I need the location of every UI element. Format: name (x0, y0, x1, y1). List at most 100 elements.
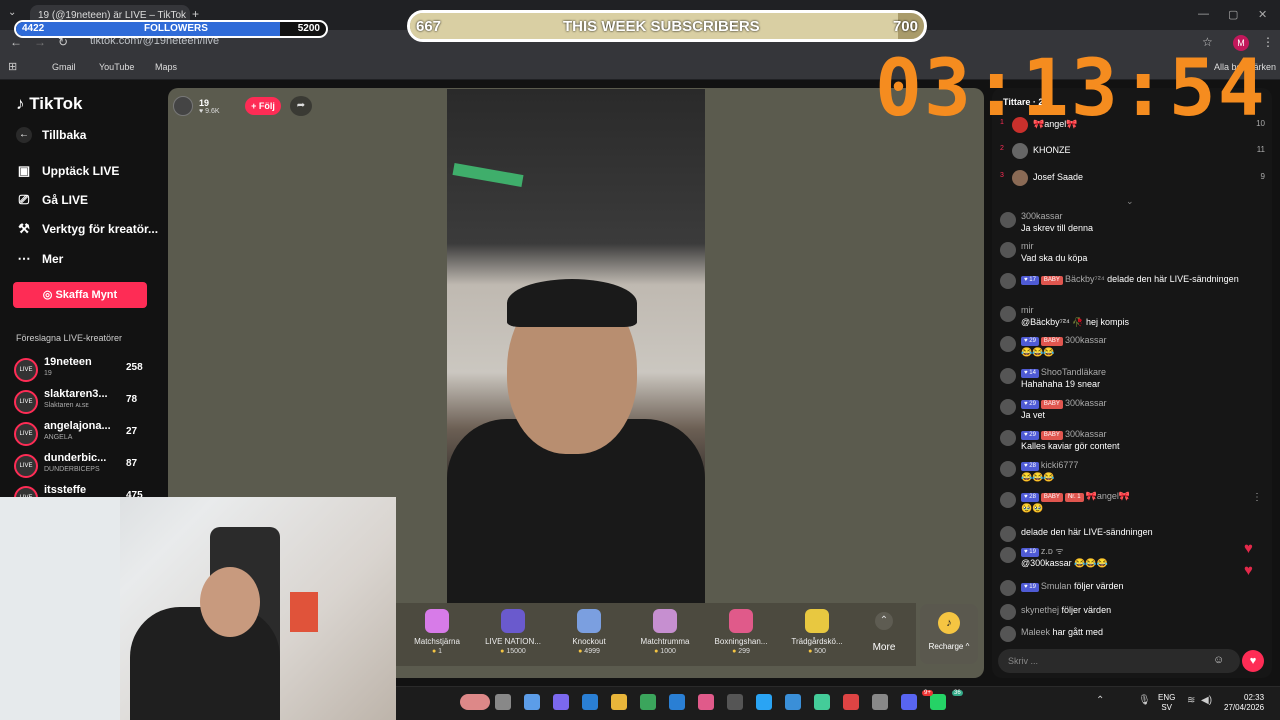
followers-goal: 5200 (297, 23, 320, 34)
chat-user: ᴢ.ᴅ ᯤ (1040, 546, 1064, 556)
bookmark-maps[interactable]: Maps (155, 62, 177, 72)
top-viewer-row[interactable]: 3 Josef Saade 9 (1000, 168, 1265, 188)
search-icon[interactable] (495, 694, 511, 710)
chat-message[interactable]: ♥ 19 ᴢ.ᴅ ᯤ @300kassar 😂😂😂 (1000, 545, 1260, 571)
nav-creator-tools[interactable]: ⚒ Verktyg för kreatör... (16, 221, 158, 237)
chat-message[interactable]: ♥ 19 Smulan följer värden (1000, 578, 1260, 604)
live-video[interactable] (447, 89, 705, 604)
rank-badge: Nr. 1 (1064, 493, 1084, 502)
discord-icon[interactable] (901, 694, 917, 710)
creator-avatar: LIVE (14, 358, 38, 382)
settings-icon[interactable] (785, 694, 801, 710)
bookmark-youtube[interactable]: YouTube (99, 62, 134, 72)
chat-message[interactable]: mir Vad ska du köpa (1000, 240, 1260, 266)
chrome-icon[interactable] (814, 694, 830, 710)
chat-message[interactable]: ♥ 14 ShooTandläkare Hahahaha 19 snear (1000, 366, 1260, 392)
share-icon[interactable]: ➦ (290, 96, 312, 116)
app-icon[interactable] (460, 694, 490, 710)
nav-go-live[interactable]: ⎚ Gå LIVE (16, 192, 88, 208)
language-indicator[interactable]: ENG SV (1158, 693, 1175, 713)
record-icon[interactable] (843, 694, 859, 710)
suggested-creator[interactable]: LIVE angelajona... ANGELA 27 (14, 420, 154, 448)
wifi-icon[interactable]: ≋ (1187, 695, 1195, 706)
creator-viewers: 27 (126, 426, 138, 437)
recharge-button[interactable]: ♪ Recharge ^ (920, 604, 978, 664)
level-value: 14 (1029, 370, 1036, 376)
chat-message[interactable]: ♥ 29 BABY 300kassar 😂😂😂 (1000, 334, 1260, 360)
gift-item[interactable]: Matchstjärna 1 (401, 609, 473, 655)
creator-subtitle: Slaktaren ᴀʟsᴇ (44, 402, 89, 409)
m365-icon[interactable] (698, 694, 714, 710)
followers-label: FOLLOWERS (144, 23, 208, 34)
gift-item[interactable]: Knockout 4999 (553, 609, 625, 655)
chat-message[interactable]: ♥ 28 kicki6777 😂😂😂 (1000, 459, 1260, 485)
back-link[interactable]: ← Tillbaka (16, 127, 86, 143)
nav-more[interactable]: ⋯ Mer (16, 251, 64, 267)
chat-message[interactable]: Maleek har gått med (1000, 624, 1260, 650)
suggested-creator[interactable]: LIVE dunderbic... DUNDERBICEPS 87 (14, 452, 154, 480)
new-tab-button[interactable]: + (192, 7, 199, 21)
host-info[interactable]: 19 ♥ 9.6K (173, 94, 220, 118)
mail-icon[interactable] (669, 694, 685, 710)
edge-icon[interactable] (582, 694, 598, 710)
get-coins-button[interactable]: ◎ Skaffa Mynt (13, 282, 147, 308)
mic-icon[interactable]: 🎙 (1138, 695, 1151, 706)
get-coins-label: Skaffa Mynt (55, 289, 118, 301)
gift-icon (653, 609, 677, 633)
tab-list-button[interactable]: ⌄ (8, 7, 16, 18)
fan-badge: BABY (1040, 400, 1063, 409)
live-icon: ▣ (17, 163, 31, 178)
chat-avatar (1000, 547, 1016, 563)
apps-grid-icon[interactable]: ⊞ (8, 60, 17, 73)
tray-chevron-icon[interactable]: ⌃ (1096, 695, 1104, 706)
chat-text: Ja skrev till denna (1021, 223, 1094, 233)
suggested-creator[interactable]: LIVE slaktaren3... Slaktaren ᴀʟsᴇ 78 (14, 388, 154, 416)
chat-message[interactable]: ♥ 17 BABY Bäckby⁷²⁴ delade den här LIVE-sä… (1000, 271, 1260, 297)
chat-message[interactable]: ♥ 29 BABY 300kassar Ja vet (1000, 397, 1260, 423)
maximize-button[interactable]: ▢ (1228, 8, 1238, 21)
follow-button[interactable]: + Följ (245, 97, 281, 115)
chat-avatar (1000, 336, 1016, 352)
emoji-icon[interactable]: ☺ (1213, 654, 1224, 666)
whatsapp-icon[interactable] (930, 694, 946, 710)
clock[interactable]: 02:33 27/04/2026 (1224, 693, 1264, 713)
subs-current: 667 (416, 18, 442, 35)
top-viewer-row[interactable]: 2 KHONZE 11 (1000, 141, 1265, 161)
photos-icon[interactable] (756, 694, 772, 710)
gift-item[interactable]: Matchtrumma 1000 (629, 609, 701, 655)
chat-input[interactable]: Skriv ... (998, 649, 1240, 673)
message-more-icon[interactable]: ⋮ (1252, 492, 1262, 503)
chat-message[interactable]: mir @Bäckby⁷²⁴ 🥀 hej kompis (1000, 304, 1260, 330)
store-icon[interactable] (640, 694, 656, 710)
expand-viewers-icon[interactable]: ⌄ (1126, 196, 1134, 207)
suggested-creator[interactable]: LIVE 19neteen 19 258 (14, 356, 154, 384)
tiktok-logo[interactable]: ♪ TikTok (16, 94, 82, 114)
chat-text: delade den här LIVE-sändningen (1021, 527, 1153, 537)
copilot-icon[interactable] (524, 694, 540, 710)
volume-icon[interactable]: ◀) (1201, 695, 1212, 706)
chat-message[interactable]: 300kassar Ja skrev till denna (1000, 210, 1260, 236)
stream-timer: 03:13:54 (875, 44, 1267, 134)
gift-name: Boxningshan... (714, 637, 768, 646)
minimize-button[interactable]: — (1198, 8, 1209, 20)
more-gifts-button[interactable]: ⌃ More (866, 612, 902, 653)
gift-item[interactable]: Trädgårdskö... 500 (781, 609, 853, 655)
close-window-button[interactable]: ✕ (1258, 8, 1267, 21)
chat-user: kicki6777 (1040, 460, 1079, 470)
like-heart-button[interactable]: ♥ (1242, 650, 1264, 672)
fan-badge: BABY (1040, 493, 1063, 502)
dev-icon[interactable] (727, 694, 743, 710)
explorer-icon[interactable] (611, 694, 627, 710)
gift-item[interactable]: LIVE NATION... 15000 (477, 609, 549, 655)
github-icon[interactable] (872, 694, 888, 710)
nav-discover-live[interactable]: ▣ Upptäck LIVE (16, 163, 120, 179)
followers-current: 4422 (22, 23, 45, 34)
chat-avatar (1000, 399, 1016, 415)
chat-message[interactable]: ♥ 29 BABY 300kassar Kalles kaviar gör conte… (1000, 428, 1260, 454)
gift-item[interactable]: Boxningshan... 299 (705, 609, 777, 655)
bookmark-gmail[interactable]: Gmail (52, 62, 76, 72)
suggested-creator[interactable]: LIVE itssteffe 475 (14, 484, 154, 497)
region-code: SV (1161, 703, 1172, 712)
teams-icon[interactable] (553, 694, 569, 710)
chat-message[interactable]: ♥ 28 BABY Nr. 1 🎀angel🎀 🥹🥹 (1000, 490, 1260, 516)
